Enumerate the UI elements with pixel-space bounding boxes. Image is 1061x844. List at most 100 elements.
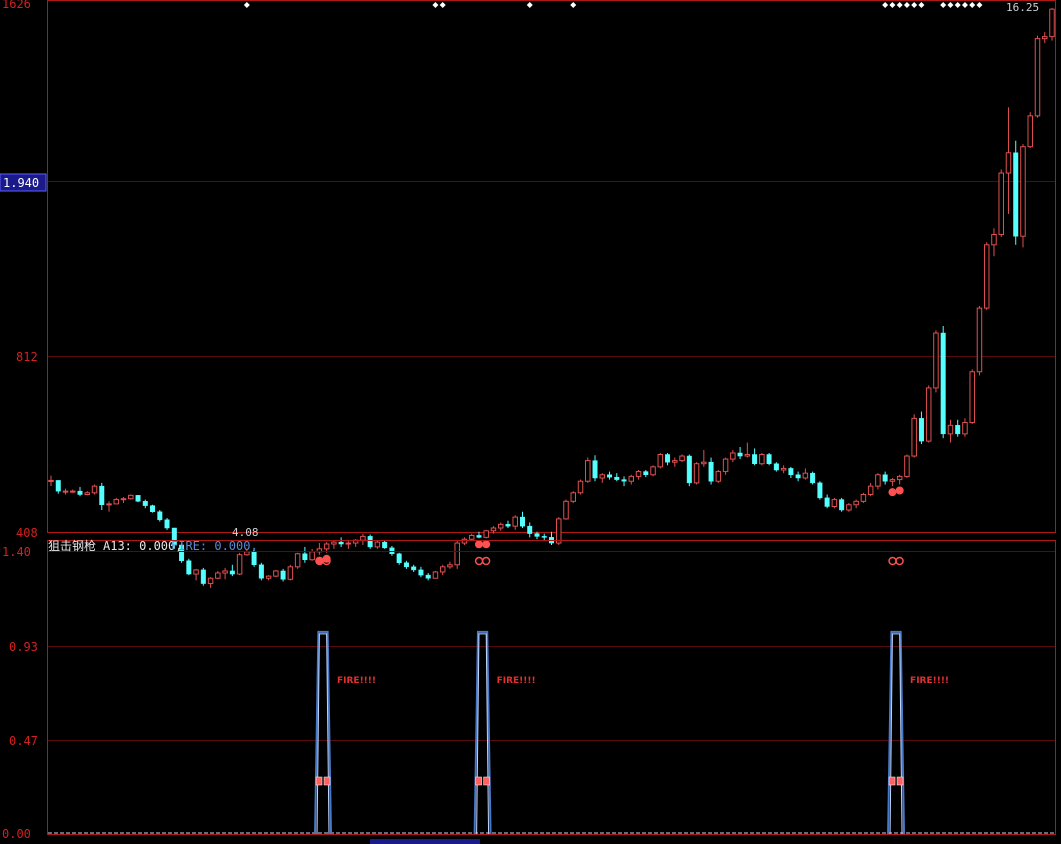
candle [933,330,939,393]
signal-dot [482,540,491,549]
candle [1020,144,1026,248]
candle [200,567,206,586]
candle-body [665,454,671,463]
candle-body [200,569,206,584]
ind-axis-label-bottom: 0.00 [2,827,31,841]
candle-body [323,543,330,550]
candle-body [287,566,294,580]
candle-body [817,482,823,499]
candle-body [236,554,243,575]
candle-body [752,454,758,464]
candle [236,552,243,576]
candle-body [991,234,997,246]
candle [904,454,910,478]
price-axis-label-mid: 812 [16,350,38,364]
candle-body [585,460,591,482]
candle-body [962,422,968,435]
candle-body [186,560,192,575]
candle-body [672,460,678,463]
candle-body [251,551,257,566]
candle-body [802,472,809,479]
candle-body [904,455,910,477]
candle-body [229,570,235,575]
candle-body [911,417,917,457]
candle-body [1027,115,1033,148]
price-axis-label-bottom: 408 [16,526,38,540]
candle-body [374,541,381,548]
candle [817,481,823,500]
candle-body [265,575,272,579]
candle [976,306,983,376]
candle-body [708,461,714,482]
candle-body [382,541,388,549]
candle-body [62,490,69,493]
fire-box-marker [315,776,323,786]
candle-body [432,571,439,579]
candle-body [338,541,344,545]
candle [577,479,584,495]
candle-body [497,523,504,529]
fire-box-marker [483,776,490,786]
fire-label: FIRE!!!! [497,676,536,686]
candle [91,484,98,495]
candle-body [490,527,497,532]
candle-body [657,454,664,468]
candle [570,491,577,504]
candle-body [454,542,460,566]
candle-body [411,566,417,571]
candle-body [302,553,308,560]
candle-body [860,493,867,502]
candle-body [519,516,525,527]
candle-body [273,570,279,577]
ind-axis-label-top: 1.40 [2,545,31,559]
candle [294,552,301,569]
candle-body [99,485,105,506]
candle [157,509,163,522]
candle [766,452,772,466]
candle [925,385,932,443]
candle [998,169,1004,238]
candle-body [635,471,642,477]
candle-body [294,553,301,568]
candle [839,497,845,512]
signal-dot [888,488,897,497]
candle-body [955,425,961,435]
indicator-fire-value: FIRE: 0.000, [171,539,258,553]
candle [1013,140,1019,245]
candle [1049,8,1055,41]
bottom-strip-highlight [370,839,480,844]
candle-body [128,494,134,500]
candle [911,414,917,458]
candle-body [788,468,794,476]
candle-body [389,547,395,555]
candle-body [889,479,896,482]
candle-body [1020,146,1026,237]
candle-body [1041,36,1048,40]
candle-body [345,542,352,545]
candle-body [309,551,315,561]
candle [773,462,779,472]
candle-body [839,499,845,511]
candle [759,452,765,466]
candle-body [715,471,722,482]
candle [396,552,402,565]
candle [983,242,990,311]
candle [1034,35,1041,118]
candle-body [512,516,518,527]
candle-body [621,479,627,482]
candle-body [48,479,54,482]
candle-body [947,424,954,435]
candle-body [983,244,990,309]
candle [940,325,946,439]
candle-body [91,485,98,494]
candle-body [461,538,468,544]
candle-body [396,553,402,564]
candle-body [918,418,924,442]
price-axis-label-top: 1626 [2,0,31,11]
candle-body [106,503,112,506]
candle-body [113,499,120,505]
candle [563,499,569,520]
candle [164,517,170,530]
candle-body [759,454,765,465]
candle [273,569,279,578]
